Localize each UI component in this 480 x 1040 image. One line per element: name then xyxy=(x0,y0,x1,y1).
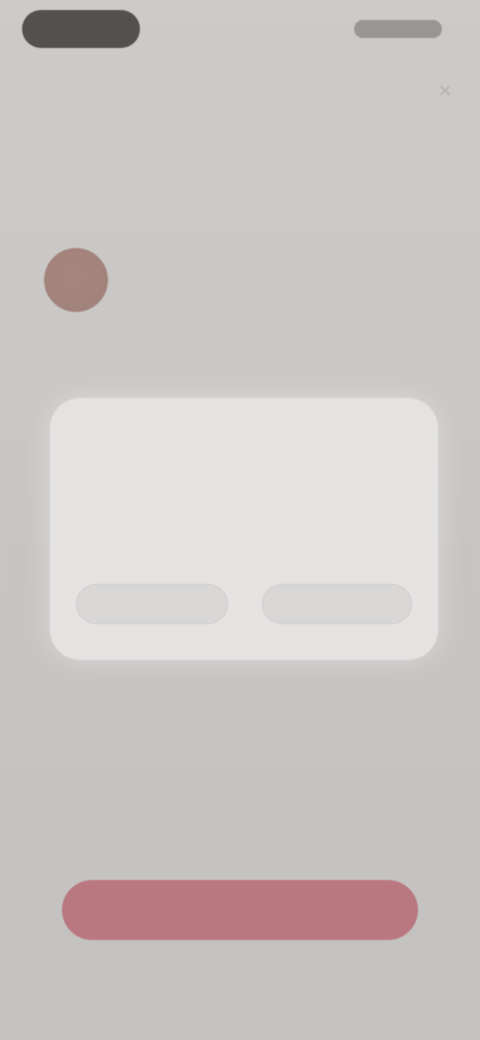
profile-name xyxy=(136,264,286,284)
status-bar xyxy=(0,0,480,60)
status-icons xyxy=(354,20,442,38)
status-time xyxy=(22,10,140,48)
primary-action-button[interactable] xyxy=(62,880,418,940)
avatar xyxy=(44,248,108,312)
profile-row xyxy=(40,240,440,320)
modal-dialog xyxy=(50,398,438,660)
dialog-primary-button[interactable] xyxy=(262,584,412,624)
dialog-secondary-button[interactable] xyxy=(76,584,228,624)
blurred-mobile-screen: × xyxy=(0,0,480,1040)
close-icon[interactable]: × xyxy=(432,78,458,104)
